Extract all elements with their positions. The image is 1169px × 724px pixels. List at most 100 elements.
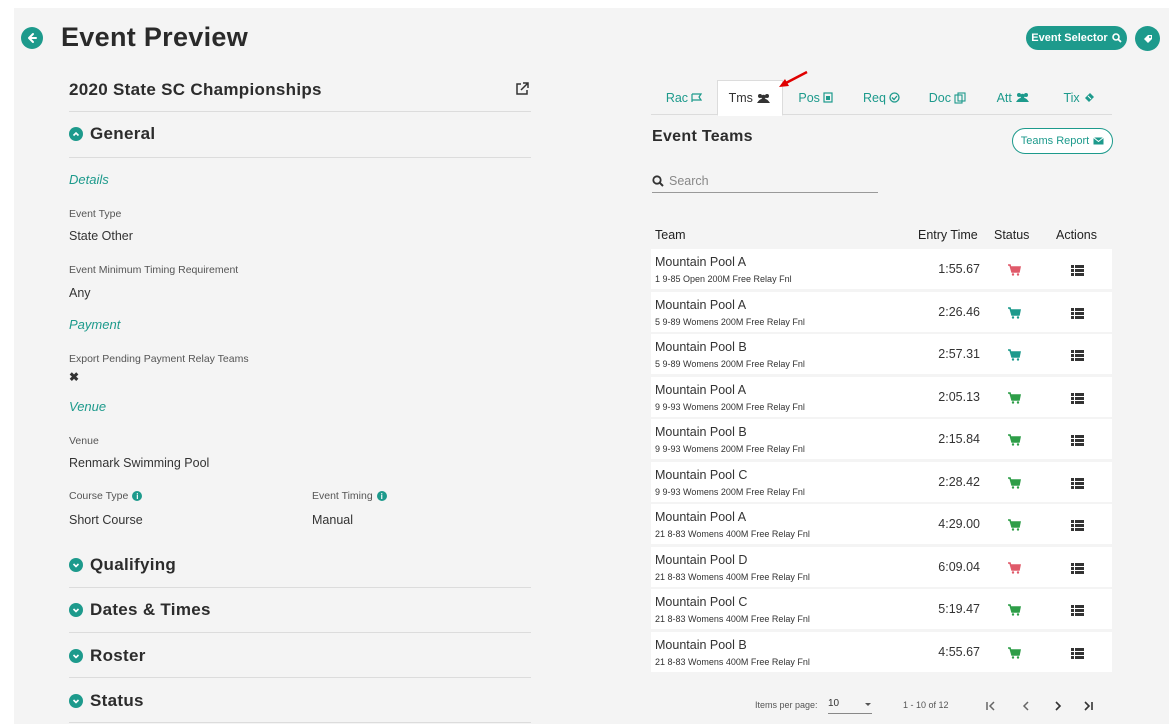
list-menu-icon[interactable]: [1071, 561, 1084, 574]
info-icon[interactable]: i: [132, 491, 143, 502]
next-page-button[interactable]: [1052, 700, 1064, 715]
divider: [69, 587, 531, 588]
chevron-up-icon: [69, 127, 83, 141]
list-menu-icon[interactable]: [1071, 518, 1084, 531]
event-type-value: State Other: [69, 229, 133, 243]
list-menu-icon[interactable]: [1071, 348, 1084, 361]
team-event: 9 9-93 Womens 200M Free Relay Fnl: [655, 401, 805, 412]
event-timing-label-text: Event Timing: [312, 490, 373, 502]
pagination-range: 1 - 10 of 12: [903, 700, 949, 710]
teams-report-button[interactable]: Teams Report: [1012, 128, 1113, 154]
tab-tix-label: Tix: [1063, 90, 1080, 105]
external-link-button[interactable]: [514, 81, 530, 97]
team-event: 9 9-93 Womens 200M Free Relay Fnl: [655, 444, 805, 454]
list-menu-icon[interactable]: [1071, 263, 1084, 276]
first-page-button[interactable]: [985, 700, 997, 715]
event-selector-label: Event Selector: [1031, 32, 1108, 44]
tab-tix[interactable]: Tix: [1046, 80, 1112, 115]
list-menu-icon[interactable]: [1071, 476, 1084, 489]
last-page-button[interactable]: [1082, 700, 1094, 715]
search-input[interactable]: [669, 174, 869, 188]
chevron-down-icon: [69, 558, 83, 572]
section-roster-toggle[interactable]: Roster: [69, 646, 146, 666]
entry-time: 2:05.13: [938, 389, 980, 404]
team-event: 21 8-83 Womens 400M Free Relay Fnl: [655, 529, 810, 539]
table-row: Mountain Pool B 9 9-93 Womens 200M Free R…: [651, 419, 1112, 459]
tab-req[interactable]: Req: [849, 80, 915, 115]
divider: [69, 111, 531, 112]
tab-doc-label: Doc: [928, 90, 951, 105]
section-general-toggle[interactable]: General: [69, 124, 155, 144]
cart-icon[interactable]: [1007, 476, 1021, 489]
section-status-toggle[interactable]: Status: [69, 691, 144, 711]
event-selector-button[interactable]: Event Selector: [1026, 26, 1127, 50]
details-heading: Details: [69, 172, 109, 187]
clipboard-icon: [823, 92, 833, 103]
page-title: Event Preview: [61, 22, 248, 52]
tab-doc[interactable]: Doc: [914, 80, 980, 115]
tag-button[interactable]: [1135, 26, 1160, 51]
chevron-down-icon: [69, 694, 83, 708]
section-general-label: General: [90, 124, 156, 143]
column-header-entry-time[interactable]: Entry Time: [918, 228, 978, 242]
tab-tms[interactable]: Tms: [716, 80, 783, 116]
back-button[interactable]: [21, 27, 43, 49]
cart-icon[interactable]: [1007, 603, 1021, 616]
entry-time: 2:57.31: [938, 347, 980, 361]
team-event: 1 9-85 Open 200M Free Relay Fnl: [655, 274, 792, 284]
min-timing-label: Event Minimum Timing Requirement: [69, 264, 239, 276]
tab-rac[interactable]: Rac: [651, 80, 717, 115]
team-name: Mountain Pool A: [655, 382, 747, 397]
venue-heading: Venue: [69, 399, 107, 414]
payment-heading: Payment: [69, 317, 121, 332]
cart-icon[interactable]: [1007, 306, 1021, 319]
tab-att[interactable]: Att: [980, 80, 1046, 115]
items-per-page-select[interactable]: 10: [828, 698, 872, 714]
table-row: Mountain Pool A 9 9-93 Womens 200M Free R…: [651, 376, 1112, 417]
entry-time: 6:09.04: [938, 559, 980, 574]
venue-value: Renmark Swimming Pool: [69, 456, 210, 470]
search-icon: [1111, 33, 1122, 43]
list-menu-icon[interactable]: [1071, 433, 1084, 446]
info-icon[interactable]: i: [376, 491, 387, 502]
entry-time: 2:28.42: [938, 474, 980, 489]
list-menu-icon[interactable]: [1071, 391, 1084, 404]
column-header-status[interactable]: Status: [994, 228, 1029, 242]
event-name: 2020 State SC Championships: [69, 80, 322, 99]
table-row: Mountain Pool C 9 9-93 Womens 200M Free R…: [651, 461, 1112, 502]
items-per-page-label: Items per page:: [755, 700, 818, 710]
column-header-team[interactable]: Team: [655, 228, 686, 242]
search-icon: [652, 175, 664, 187]
section-dates-times-toggle[interactable]: Dates & Times: [69, 600, 211, 620]
list-menu-icon[interactable]: [1071, 646, 1084, 659]
course-type-label: Course Type i: [69, 490, 143, 502]
section-roster-label: Roster: [90, 646, 146, 665]
event-type-label: Event Type: [69, 208, 122, 220]
cart-icon[interactable]: [1007, 391, 1021, 404]
envelope-icon: [1093, 137, 1105, 145]
cart-icon[interactable]: [1007, 433, 1021, 446]
tab-tms-label: Tms: [728, 91, 753, 105]
items-per-page-value: 10: [828, 698, 840, 709]
previous-page-button[interactable]: [1020, 700, 1032, 715]
section-qualifying-label: Qualifying: [90, 555, 177, 574]
divider: [69, 157, 531, 158]
first-page-icon: [986, 701, 995, 711]
export-pending-value: ✖: [69, 370, 80, 384]
team-name: Mountain Pool A: [655, 255, 747, 269]
divider: [69, 722, 531, 723]
list-menu-icon[interactable]: [1071, 603, 1084, 616]
cart-icon[interactable]: [1007, 646, 1021, 659]
cart-icon[interactable]: [1007, 263, 1021, 276]
cart-icon[interactable]: [1007, 348, 1021, 361]
tab-pos-label: Pos: [798, 90, 820, 105]
teams-report-label: Teams Report: [1020, 135, 1090, 147]
cart-icon[interactable]: [1007, 561, 1021, 574]
team-name: Mountain Pool C: [655, 595, 748, 609]
section-status-label: Status: [90, 691, 144, 710]
tab-rac-label: Rac: [665, 90, 689, 105]
list-menu-icon[interactable]: [1071, 306, 1084, 319]
section-qualifying-toggle[interactable]: Qualifying: [69, 555, 176, 575]
team-name: Mountain Pool D: [655, 552, 748, 567]
cart-icon[interactable]: [1007, 518, 1021, 531]
